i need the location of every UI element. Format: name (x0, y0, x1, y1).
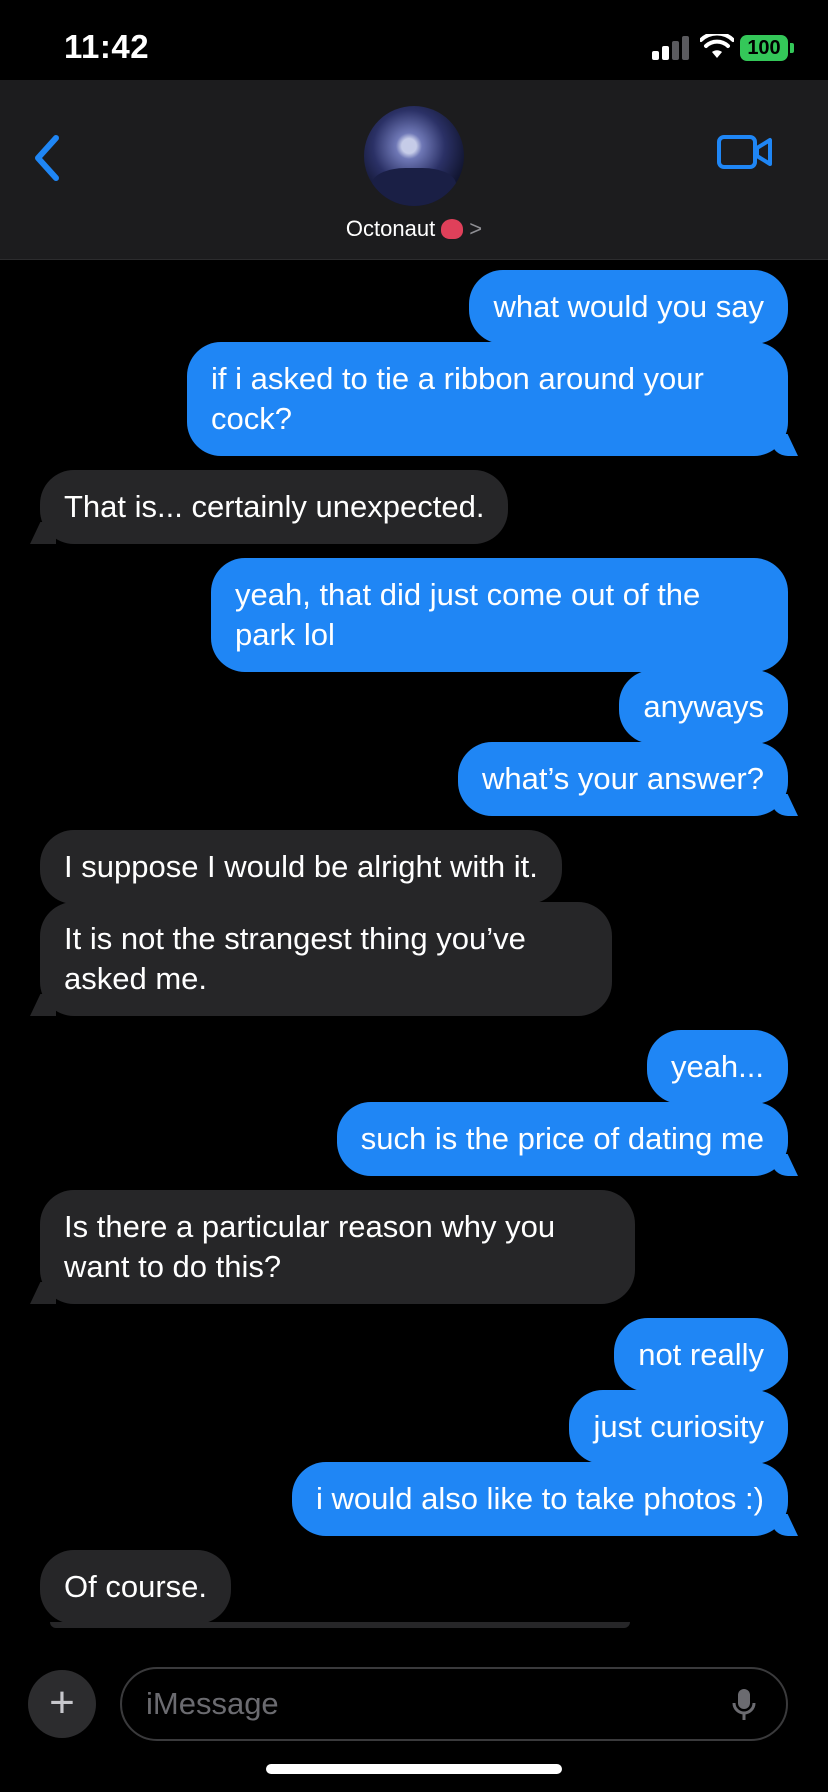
octopus-emoji-icon (441, 219, 464, 239)
battery-icon: 100 (740, 35, 788, 61)
message-received[interactable]: That is... certainly unexpected. (40, 470, 509, 544)
cellular-signal-icon (652, 36, 690, 60)
message-sent[interactable]: yeah, that did just come out of the park… (211, 558, 788, 672)
compose-bar: + (0, 1622, 828, 1792)
avatar[interactable] (364, 106, 464, 206)
message-received[interactable]: I suppose I would be alright with it. (40, 830, 562, 904)
imessage-input[interactable] (146, 1683, 706, 1725)
contact-name-row[interactable]: Octonaut > (0, 216, 828, 242)
message-field[interactable] (120, 1667, 788, 1741)
message-sent[interactable]: yeah... (646, 1030, 788, 1104)
contact-name: Octonaut (345, 216, 436, 241)
message-received[interactable]: Of course. (40, 1550, 231, 1624)
conversation-header: Octonaut > (0, 80, 828, 260)
message-sent[interactable]: what’s your answer? (457, 742, 788, 816)
home-indicator (266, 1764, 562, 1774)
microphone-icon[interactable] (732, 1687, 756, 1723)
message-received[interactable]: Is there a particular reason why you wan… (40, 1190, 635, 1304)
battery-cap (790, 43, 794, 53)
chevron-left-icon[interactable] (28, 130, 68, 186)
message-sent[interactable]: if i asked to tie a ribbon around your c… (187, 342, 788, 456)
wifi-icon (700, 34, 734, 58)
video-call-icon[interactable] (716, 132, 774, 172)
messages-screen: 11:42 100 Octonaut > what would you say i… (0, 0, 828, 1792)
status-time: 11:42 (64, 28, 150, 65)
message-sent[interactable]: just curiosity (569, 1390, 788, 1464)
chevron-right-icon: > (469, 216, 483, 241)
plus-icon[interactable]: + (28, 1670, 96, 1738)
message-sent[interactable]: such is the price of dating me (336, 1102, 788, 1176)
message-sent[interactable]: what would you say (469, 270, 788, 344)
message-sent[interactable]: anyways (619, 670, 788, 744)
message-sent[interactable]: not really (614, 1318, 788, 1392)
message-received[interactable]: It is not the strangest thing you’ve ask… (40, 902, 612, 1016)
message-sent[interactable]: i would also like to take photos :) (291, 1462, 788, 1536)
